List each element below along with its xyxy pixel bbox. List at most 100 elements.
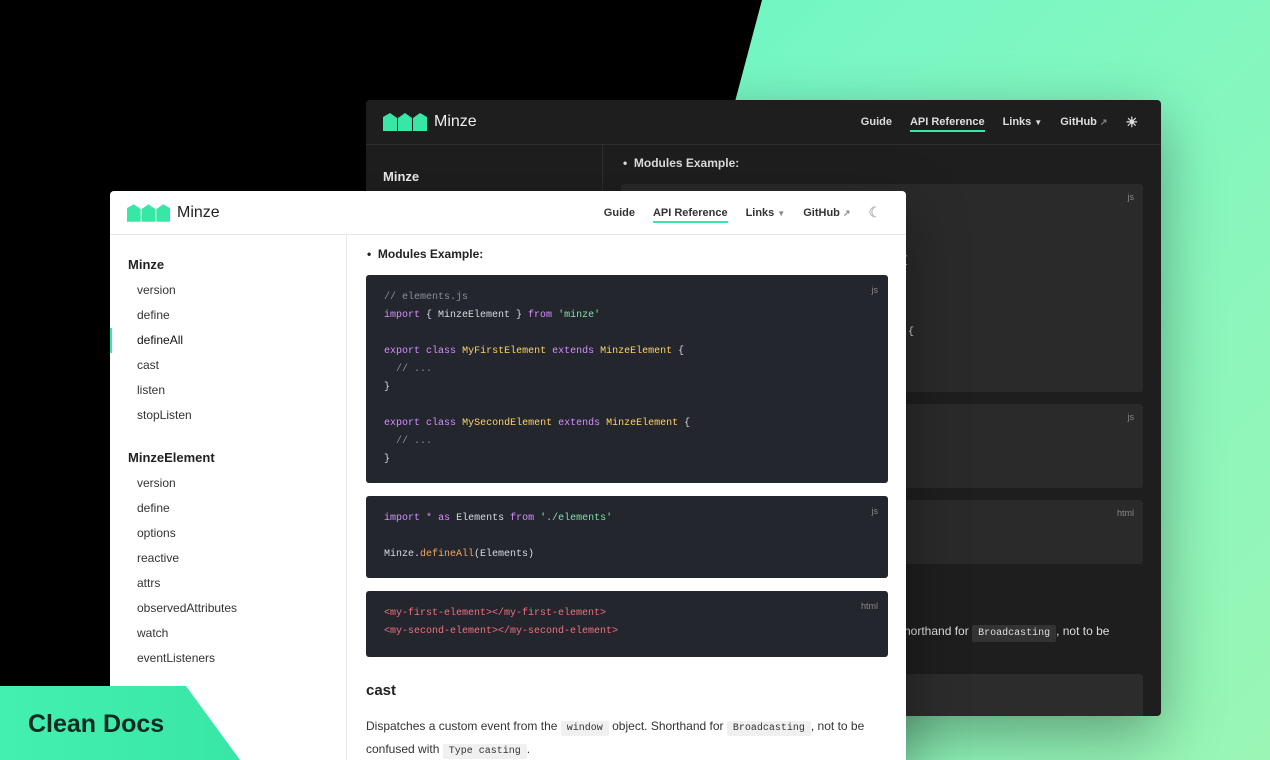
cast-description: Dispatches a custom event from the windo… (366, 716, 886, 760)
para-text: Dispatches a custom event from the (366, 719, 558, 733)
section-heading-cast: cast (366, 682, 397, 699)
sidebar-item-listen[interactable]: listen (110, 378, 346, 403)
external-link-icon: ↗ (842, 207, 851, 218)
code-keyword: class (426, 418, 457, 429)
code-keyword: export (384, 346, 421, 357)
sidebar-item-stoplisten[interactable]: stopListen (110, 403, 346, 428)
dark-para-text: horthand for (904, 624, 969, 638)
code-keyword: import (384, 513, 421, 524)
code-keyword: * (426, 513, 433, 524)
code-tag: </my-first-element> (492, 608, 607, 619)
code-class-name: MyFirstElement (462, 346, 547, 357)
sidebar-heading-minze: Minze (128, 257, 165, 272)
nav-links[interactable]: Links ▼ (746, 207, 786, 219)
sidebar-item-options[interactable]: options (110, 521, 346, 546)
code-keyword: as (438, 513, 451, 524)
dark-inline-code: Broadcasting (972, 625, 1057, 642)
code-keyword: class (426, 346, 457, 357)
sidebar-item-cast[interactable]: cast (110, 353, 346, 378)
light-header: Minze Guide API Reference Links ▼ GitHub ↗… (110, 191, 906, 235)
nav-api-reference[interactable]: API Reference (652, 203, 728, 223)
dark-code-lang: html (1116, 508, 1134, 518)
code-string: './elements' (540, 513, 613, 524)
moon-icon[interactable]: ☾ (868, 204, 881, 221)
code-text: { (684, 418, 691, 429)
nav-github[interactable]: GitHub ↗ (1060, 116, 1107, 128)
code-class-name: MinzeElement (600, 346, 673, 357)
sidebar-item-defineall[interactable]: defineAll (110, 328, 346, 353)
brand-name: Minze (434, 113, 477, 130)
para-text: object. Shorthand for (612, 719, 724, 733)
sidebar-item-version[interactable]: version (110, 278, 346, 303)
code-tag: </my-second-element> (498, 626, 619, 637)
dark-logo[interactable]: Minze (383, 113, 477, 131)
para-text: . (526, 742, 531, 756)
light-sidebar: Minze version define defineAll cast list… (110, 235, 347, 760)
modules-example-bullet: • Modules Example: (367, 247, 484, 261)
code-keyword: from (510, 513, 535, 524)
inline-code: window (560, 721, 609, 736)
bullet-text: Modules Example: (377, 247, 484, 261)
sun-icon[interactable]: ☀ (1125, 114, 1138, 131)
code-comment: // ... (396, 436, 433, 447)
code-block-html: html <my-first-element></my-first-element… (366, 591, 888, 657)
dark-bullet: • Modules Example: (623, 156, 740, 170)
nav-api-reference[interactable]: API Reference (909, 112, 985, 132)
light-content: • Modules Example: js // elements.js impo… (347, 235, 906, 760)
chevron-down-icon: ▼ (1034, 118, 1043, 127)
sidebar-heading-minzeelement: MinzeElement (128, 450, 215, 465)
sidebar-item-watch[interactable]: watch (110, 621, 346, 646)
code-text: Minze. (384, 549, 421, 560)
light-logo[interactable]: Minze (127, 204, 220, 222)
dark-paragraph: horthand for Broadcasting, not to be (904, 624, 1110, 642)
code-keyword: extends (558, 418, 601, 429)
code-class-name: MinzeElement (606, 418, 679, 429)
light-nav: Guide API Reference Links ▼ GitHub ↗ ☾ (604, 203, 881, 223)
code-comment: // ... (396, 364, 433, 375)
code-lang-label: js (871, 285, 879, 295)
sidebar-item-observedattributes[interactable]: observedAttributes (110, 596, 346, 621)
nav-links-label: Links (745, 206, 775, 219)
code-class-name: MySecondElement (462, 418, 553, 429)
sidebar-item-define[interactable]: define (110, 496, 346, 521)
code-keyword: import (384, 310, 421, 321)
code-tag: <my-second-element> (384, 626, 499, 637)
code-tag: <my-first-element> (384, 608, 493, 619)
inline-code: Type casting (442, 744, 527, 759)
nav-links-label: Links (1002, 116, 1032, 128)
nav-github-label: GitHub (1060, 116, 1097, 128)
code-lang-label: js (871, 506, 879, 516)
sidebar-item-define[interactable]: define (110, 303, 346, 328)
code-comment: // elements.js (384, 292, 469, 303)
dark-header: Minze Guide API Reference Links ▼ GitHub ↗… (366, 100, 1161, 145)
code-text: Elements (456, 513, 505, 524)
code-keyword: from (528, 310, 553, 321)
chevron-down-icon: ▼ (777, 208, 786, 218)
code-function: defineAll (420, 549, 475, 560)
dark-para-text: , not to be (1056, 624, 1110, 638)
dark-bullet-text: Modules Example: (633, 156, 740, 170)
badge-text: Clean Docs (28, 710, 165, 738)
sidebar-item-eventlisteners[interactable]: eventListeners (110, 646, 346, 671)
code-block-elements: js // elements.js import { MinzeElement }… (366, 275, 888, 483)
nav-github[interactable]: GitHub ↗ (803, 207, 850, 219)
inline-code: Broadcasting (726, 721, 811, 736)
code-text: } (384, 382, 391, 393)
nav-github-label: GitHub (803, 206, 840, 219)
dark-sidebar-heading: Minze (383, 169, 420, 184)
nav-links[interactable]: Links ▼ (1003, 116, 1043, 128)
code-block-import: js import * as Elements from './elements'… (366, 496, 888, 578)
nav-guide[interactable]: Guide (604, 207, 635, 219)
code-text: { (678, 346, 685, 357)
code-lang-label: html (860, 601, 878, 611)
minze-logo-icon (127, 203, 170, 222)
sidebar-item-attrs[interactable]: attrs (110, 571, 346, 596)
code-text: (Elements) (474, 549, 535, 560)
sidebar-item-reactive[interactable]: reactive (110, 546, 346, 571)
nav-guide[interactable]: Guide (861, 116, 892, 128)
dark-code-lang: js (1127, 192, 1135, 202)
sidebar-item-version[interactable]: version (110, 471, 346, 496)
minze-logo-icon (383, 113, 427, 131)
code-text: { MinzeElement } (420, 310, 529, 321)
code-string: 'minze' (558, 310, 601, 321)
